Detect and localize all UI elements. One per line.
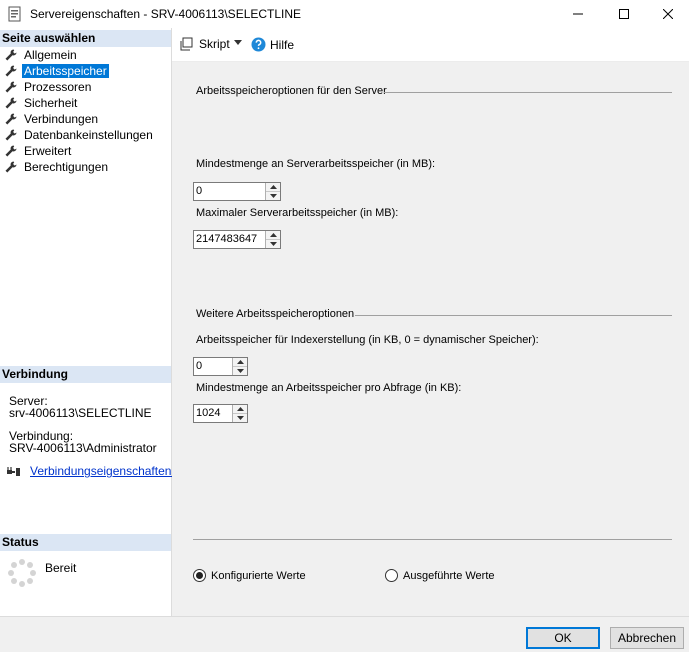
page-item-label: Arbeitsspeicher — [22, 63, 109, 78]
left-pane: Seite auswählen Allgemein Arbeitsspeiche… — [0, 28, 172, 616]
spin-down-button[interactable] — [233, 413, 247, 422]
page-item-label: Sicherheit — [24, 95, 78, 110]
running-values-radio[interactable]: Ausgeführte Werte — [385, 569, 495, 582]
configured-values-radio[interactable]: Konfigurierte Werte — [193, 569, 306, 582]
spin-up-button[interactable] — [266, 231, 280, 239]
chevron-up-icon — [236, 360, 244, 364]
chevron-up-icon — [269, 233, 277, 237]
script-icon — [180, 37, 193, 51]
page-item-connections[interactable]: Verbindungen — [4, 111, 100, 126]
ok-button[interactable]: OK — [526, 627, 600, 649]
help-label: Hilfe — [270, 37, 295, 52]
script-dropdown[interactable] — [234, 40, 242, 45]
spin-down-button[interactable] — [266, 239, 280, 248]
chevron-down-icon — [269, 194, 277, 198]
min-server-memory-field[interactable]: 0 — [193, 182, 281, 201]
wrench-icon — [5, 81, 17, 92]
status-value: Bereit — [45, 561, 77, 575]
spin-up-button[interactable] — [266, 183, 280, 191]
chevron-up-icon — [236, 407, 244, 411]
min-server-memory-value[interactable]: 0 — [194, 183, 265, 200]
help-icon — [251, 37, 266, 52]
values-divider — [193, 539, 672, 540]
toolbar: Skript Hilfe — [172, 28, 689, 62]
spin-up-button[interactable] — [233, 358, 247, 366]
cancel-button[interactable]: Abbrechen — [610, 627, 684, 649]
wrench-icon — [5, 65, 17, 76]
wrench-icon — [5, 129, 17, 140]
other-memory-group-label: Weitere Arbeitsspeicheroptionen — [196, 308, 355, 320]
maximize-icon — [619, 9, 629, 19]
wrench-icon — [5, 49, 17, 60]
index-memory-field[interactable]: 0 — [193, 357, 248, 376]
spin-up-button[interactable] — [233, 405, 247, 413]
spin-down-button[interactable] — [266, 191, 280, 200]
page-item-label: Verbindungen — [24, 111, 99, 126]
chevron-down-icon — [269, 242, 277, 246]
page-item-label: Prozessoren — [24, 79, 92, 94]
configured-values-label: Konfigurierte Werte — [211, 569, 306, 582]
max-server-memory-field[interactable]: 2147483647 — [193, 230, 281, 249]
plug-icon — [7, 467, 20, 476]
spinner-icon — [8, 559, 36, 587]
server-properties-icon — [8, 6, 21, 22]
status-header: Status — [0, 534, 171, 551]
index-memory-value[interactable]: 0 — [194, 358, 232, 375]
radio-circle[interactable] — [385, 569, 398, 582]
min-query-memory-label: Mindestmenge an Arbeitsspeicher pro Abfr… — [196, 382, 462, 394]
chevron-down-icon — [234, 40, 242, 45]
select-page-header: Seite auswählen — [0, 30, 171, 47]
radio-circle[interactable] — [193, 569, 206, 582]
dialog-footer: OK Abbrechen — [0, 616, 689, 652]
min-server-memory-label: Mindestmenge an Serverarbeitsspeicher (i… — [196, 158, 436, 170]
chevron-down-icon — [236, 369, 244, 373]
page-item-security[interactable]: Sicherheit — [4, 95, 79, 110]
minimize-icon — [573, 13, 583, 15]
chevron-down-icon — [236, 416, 244, 420]
chevron-up-icon — [269, 185, 277, 189]
page-item-advanced[interactable]: Erweitert — [4, 143, 73, 158]
script-label: Skript — [199, 37, 230, 51]
page-item-permissions[interactable]: Berechtigungen — [4, 159, 110, 174]
connection-properties-link[interactable]: Verbindungseigenschaften anz — [30, 464, 172, 478]
title-bar: Servereigenschaften - SRV-4006113\SELECT… — [0, 0, 689, 28]
close-button[interactable] — [645, 0, 689, 28]
wrench-icon — [5, 97, 17, 108]
spin-down-button[interactable] — [233, 366, 247, 375]
group-divider — [384, 92, 672, 93]
page-item-label: Berechtigungen — [24, 159, 109, 174]
server-memory-group-label: Arbeitsspeicheroptionen für den Server — [196, 85, 387, 97]
radio-selected-dot — [196, 572, 203, 579]
connection-value: SRV-4006113\Administrator — [9, 441, 157, 455]
window-title: Servereigenschaften - SRV-4006113\SELECT… — [30, 7, 302, 21]
running-values-label: Ausgeführte Werte — [403, 569, 495, 582]
page-item-processors[interactable]: Prozessoren — [4, 79, 93, 94]
script-button[interactable]: Skript — [180, 37, 230, 51]
index-memory-label: Arbeitsspeicher für Indexerstellung (in … — [196, 334, 539, 346]
wrench-icon — [5, 145, 17, 156]
page-item-memory[interactable]: Arbeitsspeicher — [4, 63, 109, 78]
max-server-memory-label: Maximaler Serverarbeitsspeicher (in MB): — [196, 207, 399, 219]
maximize-button[interactable] — [601, 0, 647, 28]
wrench-icon — [5, 113, 17, 124]
minimize-button[interactable] — [555, 0, 601, 28]
page-item-general[interactable]: Allgemein — [4, 47, 79, 62]
page-item-label: Datenbankeinstellungen — [24, 127, 153, 142]
memory-page: Arbeitsspeicheroptionen für den Server M… — [172, 62, 689, 616]
wrench-icon — [5, 161, 17, 172]
close-icon — [663, 9, 673, 19]
server-value: srv-4006113\SELECTLINE — [9, 406, 152, 420]
page-item-database-settings[interactable]: Datenbankeinstellungen — [4, 127, 155, 142]
page-item-label: Erweitert — [24, 143, 72, 158]
page-item-label: Allgemein — [24, 47, 77, 62]
group-divider — [355, 315, 672, 316]
min-query-memory-field[interactable]: 1024 — [193, 404, 248, 423]
max-server-memory-value[interactable]: 2147483647 — [194, 231, 265, 248]
help-button[interactable]: Hilfe — [251, 37, 294, 52]
connection-header: Verbindung — [0, 366, 171, 383]
min-query-memory-value[interactable]: 1024 — [194, 405, 232, 422]
